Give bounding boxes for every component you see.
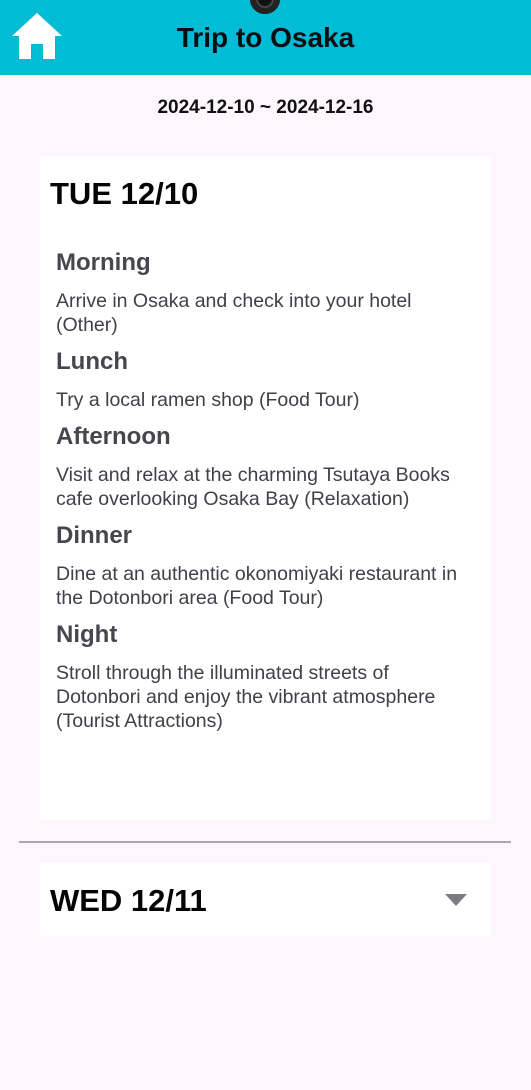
- slot-label: Lunch: [56, 348, 128, 375]
- chevron-down-icon[interactable]: [445, 894, 467, 906]
- slot-description: Stroll through the illuminated streets o…: [56, 662, 436, 732]
- slot-night: Night Stroll through the illuminated str…: [56, 620, 476, 733]
- day-title: TUE 12/10: [50, 176, 199, 211]
- slot-description: Try a local ramen shop (Food Tour): [56, 389, 360, 411]
- slot-morning: Morning Arrive in Osaka and check into y…: [56, 248, 476, 337]
- day-title: WED 12/11: [50, 883, 207, 918]
- slot-description: Dine at an authentic okonomiyaki restaur…: [56, 563, 458, 609]
- camera-cutout: [250, 0, 280, 14]
- home-button[interactable]: [8, 10, 66, 62]
- day-card-tue-12-10[interactable]: TUE 12/10 Morning Arrive in Osaka and ch…: [40, 156, 491, 820]
- slot-label: Afternoon: [56, 423, 171, 450]
- home-icon: [12, 13, 62, 59]
- app-screen: Trip to Osaka 2024-12-10 ~ 2024-12-16 TU…: [0, 0, 531, 1090]
- slot-description: Visit and relax at the charming Tsutaya …: [56, 464, 450, 510]
- slot-description: Arrive in Osaka and check into your hote…: [56, 290, 412, 336]
- slot-label: Night: [56, 621, 118, 648]
- day-card-wed-12-11[interactable]: WED 12/11: [40, 863, 491, 936]
- trip-date-range: 2024-12-10 ~ 2024-12-16: [157, 97, 374, 118]
- section-divider: [19, 841, 511, 843]
- slot-lunch: Lunch Try a local ramen shop (Food Tour): [56, 347, 476, 412]
- slot-label: Dinner: [56, 522, 133, 549]
- app-header: Trip to Osaka: [0, 0, 531, 75]
- day-schedule: Morning Arrive in Osaka and check into y…: [56, 248, 476, 743]
- slot-dinner: Dinner Dine at an authentic okonomiyaki …: [56, 521, 476, 610]
- slot-afternoon: Afternoon Visit and relax at the charmin…: [56, 422, 476, 511]
- slot-label: Morning: [56, 249, 151, 276]
